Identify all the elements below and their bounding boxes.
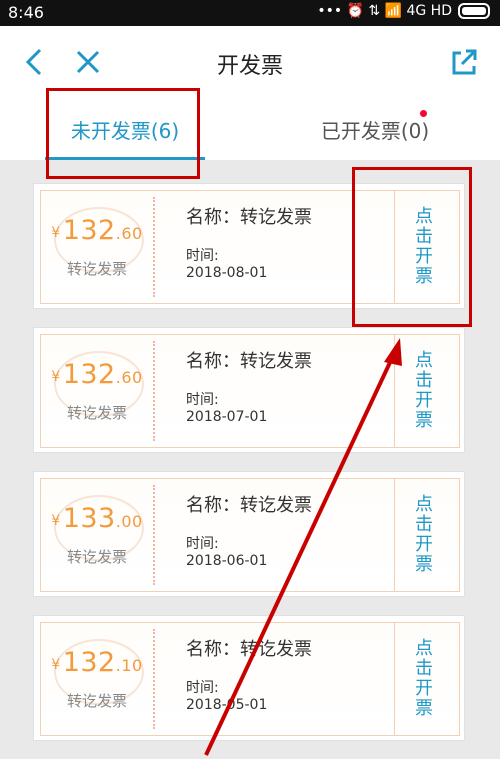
invoice-name: 名称：转讫发票	[186, 639, 312, 660]
invoice-info: 名称：转讫发票 时间: 2018-08-01	[186, 203, 312, 281]
invoice-amount-area: ¥132.60 转讫发票	[41, 191, 153, 303]
invoice-date: 2018-08-01	[186, 265, 268, 281]
tab-unissued[interactable]: 未开发票(6)	[0, 98, 250, 160]
invoice-time-label: 时间:	[186, 680, 219, 696]
status-icons: ••• ⏰ ⇅ 📶 4G HD	[317, 3, 490, 19]
invoice-card: ¥132.60 转讫发票 名称：转讫发票 时间: 2018-07-01 点击开票	[34, 328, 464, 452]
page-title: 开发票	[216, 54, 283, 79]
issue-invoice-button[interactable]: 点击开票	[394, 623, 453, 735]
invoice-amount-area: ¥132.10 转讫发票	[41, 623, 153, 735]
invoice-info: 名称：转讫发票 时间: 2018-05-01	[186, 635, 312, 713]
invoice-list: ¥132.60 转讫发票 名称：转讫发票 时间: 2018-08-01 点击开票…	[0, 160, 500, 759]
invoice-type: 转讫发票	[66, 692, 127, 710]
dotted-divider	[153, 197, 155, 297]
invoice-amount-area: ¥132.60 转讫发票	[41, 335, 153, 447]
invoice-amount: ¥132.60	[51, 359, 143, 390]
status-time: 8:46	[8, 3, 44, 22]
dotted-divider	[153, 485, 155, 585]
invoice-frame: ¥132.10 转讫发票 名称：转讫发票 时间: 2018-05-01 点击开票	[40, 622, 460, 736]
invoice-card: ¥133.00 转讫发票 名称：转讫发票 时间: 2018-06-01 点击开票	[34, 472, 464, 596]
invoice-frame: ¥133.00 转讫发票 名称：转讫发票 时间: 2018-06-01 点击开票	[40, 478, 460, 592]
app-header: 开发票	[0, 26, 500, 99]
tab-issued-label: 已开发票(0)	[320, 118, 430, 143]
invoice-amount: ¥132.10	[51, 647, 143, 678]
invoice-date: 2018-06-01	[186, 553, 268, 569]
invoice-name: 名称：转讫发票	[186, 207, 312, 228]
status-indicators: ••• ⏰ ⇅ 📶 4G HD	[317, 3, 452, 19]
dotted-divider	[153, 629, 155, 729]
invoice-date: 2018-07-01	[186, 409, 268, 425]
invoice-amount: ¥132.60	[51, 215, 143, 246]
invoice-amount: ¥133.00	[51, 503, 143, 534]
invoice-info: 名称：转讫发票 时间: 2018-07-01	[186, 347, 312, 425]
invoice-card: ¥132.60 转讫发票 名称：转讫发票 时间: 2018-08-01 点击开票	[34, 184, 464, 308]
invoice-time-label: 时间:	[186, 392, 219, 408]
issue-invoice-button[interactable]: 点击开票	[394, 479, 453, 591]
invoice-frame: ¥132.60 转讫发票 名称：转讫发票 时间: 2018-07-01 点击开票	[40, 334, 460, 448]
issue-invoice-button[interactable]: 点击开票	[394, 191, 453, 303]
invoice-date: 2018-05-01	[186, 697, 268, 713]
invoice-type: 转讫发票	[66, 548, 127, 566]
invoice-time-label: 时间:	[186, 248, 219, 264]
invoice-card: ¥132.10 转讫发票 名称：转讫发票 时间: 2018-05-01 点击开票	[34, 616, 464, 740]
invoice-amount-area: ¥133.00 转讫发票	[41, 479, 153, 591]
new-indicator-dot	[420, 110, 427, 117]
invoice-type: 转讫发票	[66, 260, 127, 278]
invoice-frame: ¥132.60 转讫发票 名称：转讫发票 时间: 2018-08-01 点击开票	[40, 190, 460, 304]
share-icon[interactable]	[446, 44, 482, 80]
invoice-name: 名称：转讫发票	[186, 351, 312, 372]
invoice-tabs: 未开发票(6) 已开发票(0)	[0, 98, 500, 161]
tab-issued[interactable]: 已开发票(0)	[250, 98, 500, 160]
issue-invoice-button[interactable]: 点击开票	[394, 335, 453, 447]
invoice-name: 名称：转讫发票	[186, 495, 312, 516]
invoice-info: 名称：转讫发票 时间: 2018-06-01	[186, 491, 312, 569]
battery-icon	[458, 3, 490, 19]
invoice-type: 转讫发票	[66, 404, 127, 422]
dotted-divider	[153, 341, 155, 441]
status-bar: 8:46 ••• ⏰ ⇅ 📶 4G HD	[0, 0, 500, 26]
invoice-time-label: 时间:	[186, 536, 219, 552]
